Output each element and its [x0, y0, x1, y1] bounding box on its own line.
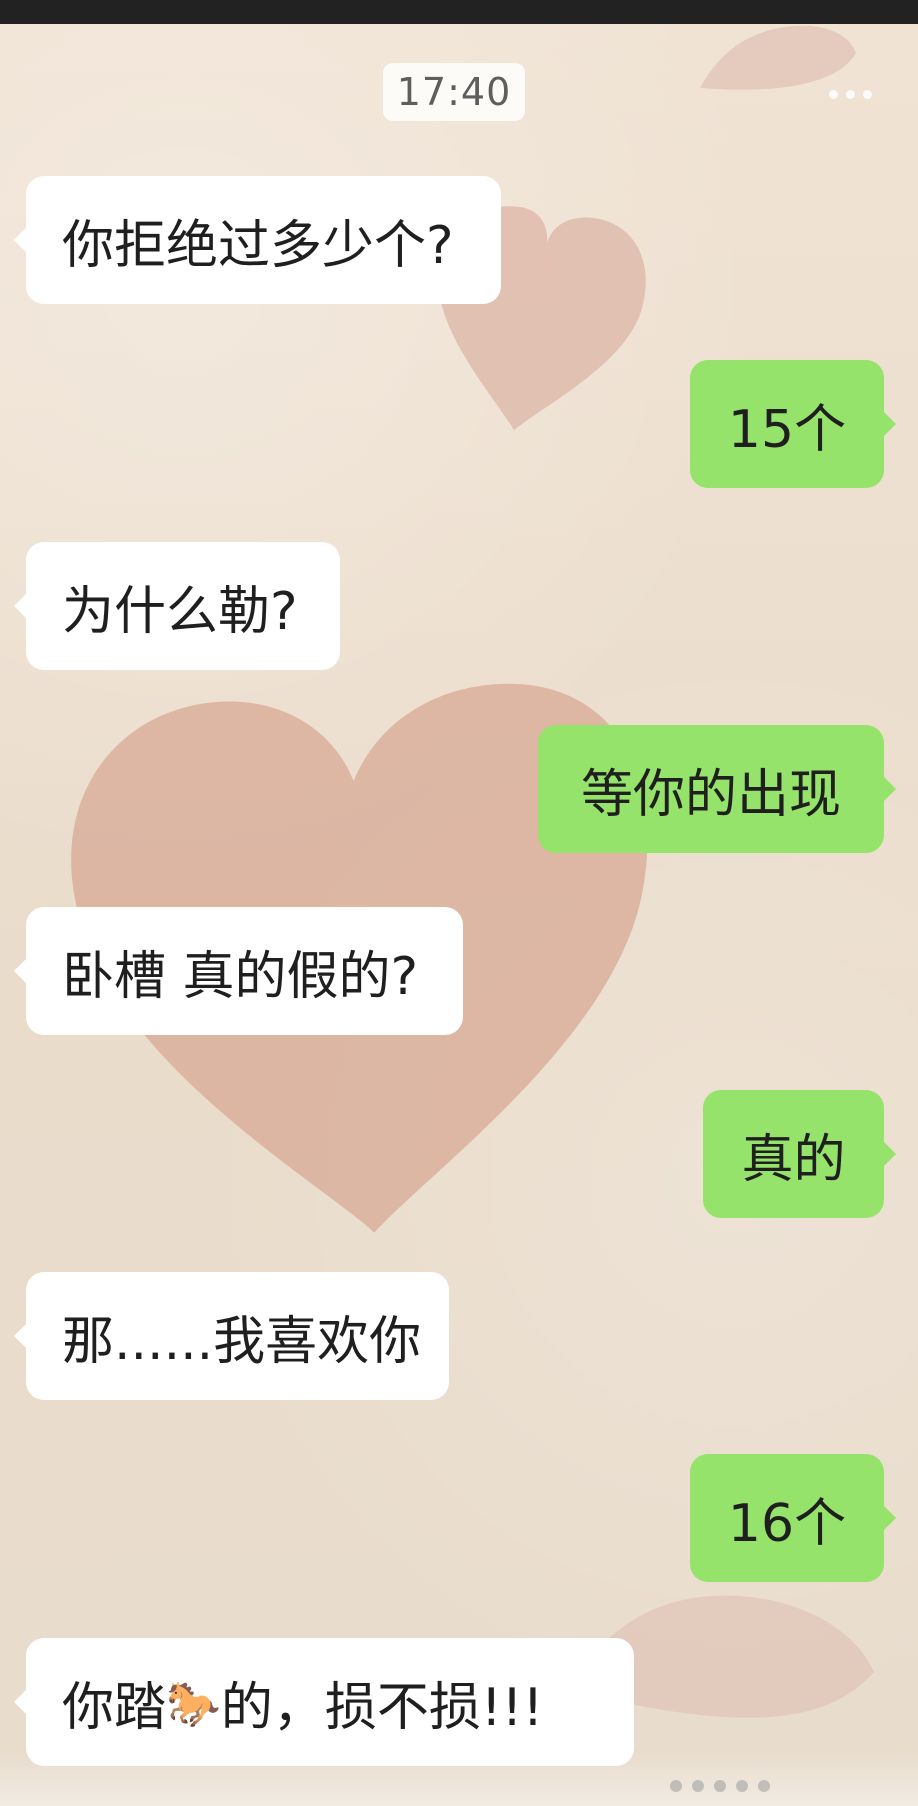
message-text: 15个	[727, 399, 847, 460]
horse-emoji-icon: 🐎	[166, 1679, 221, 1730]
message-bubble-left[interactable]: 那......我喜欢你	[26, 1272, 449, 1400]
bottom-dot	[714, 1780, 726, 1792]
bottom-fade	[0, 1752, 918, 1806]
message-text: 真的	[741, 1129, 846, 1190]
message-bubble-right[interactable]: 16个	[690, 1454, 884, 1582]
bottom-dot	[670, 1780, 682, 1792]
message-text: 那......我喜欢你	[62, 1311, 422, 1372]
message-text: 16个	[727, 1493, 847, 1554]
message-text: 你拒绝过多少个?	[62, 215, 454, 276]
more-dots-icon[interactable]	[829, 90, 872, 99]
message-bubble-right[interactable]: 等你的出现	[538, 725, 884, 853]
more-dot	[863, 90, 872, 99]
more-dot	[829, 90, 838, 99]
message-bubble-left[interactable]: 你拒绝过多少个?	[26, 176, 501, 304]
bottom-dot	[758, 1780, 770, 1792]
message-text: 等你的出现	[580, 764, 841, 825]
more-dot	[846, 90, 855, 99]
message-bubble-left[interactable]: 卧槽 真的假的?	[26, 907, 463, 1035]
message-text-before-emoji: 你踏	[62, 1677, 167, 1738]
bottom-dot	[692, 1780, 704, 1792]
message-text: 为什么勒?	[62, 581, 298, 642]
message-bubble-left[interactable]: 为什么勒?	[26, 542, 340, 670]
bottom-watermark-dots	[670, 1780, 820, 1792]
bottom-dot	[736, 1780, 748, 1792]
message-bubble-right[interactable]: 真的	[703, 1090, 884, 1218]
message-text-after-emoji: 的，损不损!!!	[220, 1677, 544, 1738]
timestamp-badge: 17:40	[383, 63, 525, 121]
message-text: 卧槽 真的假的?	[62, 946, 419, 1007]
message-bubble-right[interactable]: 15个	[690, 360, 884, 488]
message-bubble-left[interactable]: 你踏 🐎 的，损不损!!!	[26, 1638, 634, 1766]
